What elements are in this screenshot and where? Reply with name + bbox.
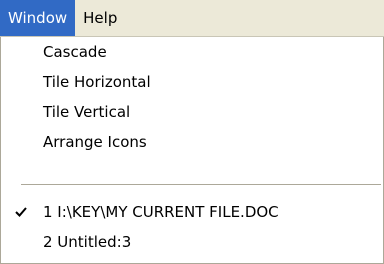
menu-item-tile-horizontal[interactable]: Tile Horizontal [1, 67, 383, 97]
menu-bar: Window Help [0, 0, 384, 37]
menu-item-label: Arrange Icons [43, 133, 147, 151]
menu-item-label: Tile Horizontal [43, 73, 151, 91]
menu-item-arrange-icons[interactable]: Arrange Icons [1, 127, 383, 157]
menu-item-cascade[interactable]: Cascade [1, 37, 383, 67]
menu-item-label: 1 I:\KEY\MY CURRENT FILE.DOC [43, 203, 279, 221]
menu-item-tile-vertical[interactable]: Tile Vertical [1, 97, 383, 127]
window-menu-dropdown: Cascade Tile Horizontal Tile Vertical Ar… [0, 37, 384, 264]
checkmark-icon [15, 207, 27, 217]
menu-item-window-2[interactable]: 2 Untitled:3 [1, 227, 383, 257]
menu-item-label: Tile Vertical [43, 103, 131, 121]
menu-help[interactable]: Help [75, 0, 125, 36]
menu-item-label: 2 Untitled:3 [43, 233, 132, 251]
menu-item-label: Cascade [43, 43, 107, 61]
menu-separator [21, 184, 381, 185]
menu-item-window-1[interactable]: 1 I:\KEY\MY CURRENT FILE.DOC [1, 197, 383, 227]
menu-window[interactable]: Window [0, 0, 76, 36]
